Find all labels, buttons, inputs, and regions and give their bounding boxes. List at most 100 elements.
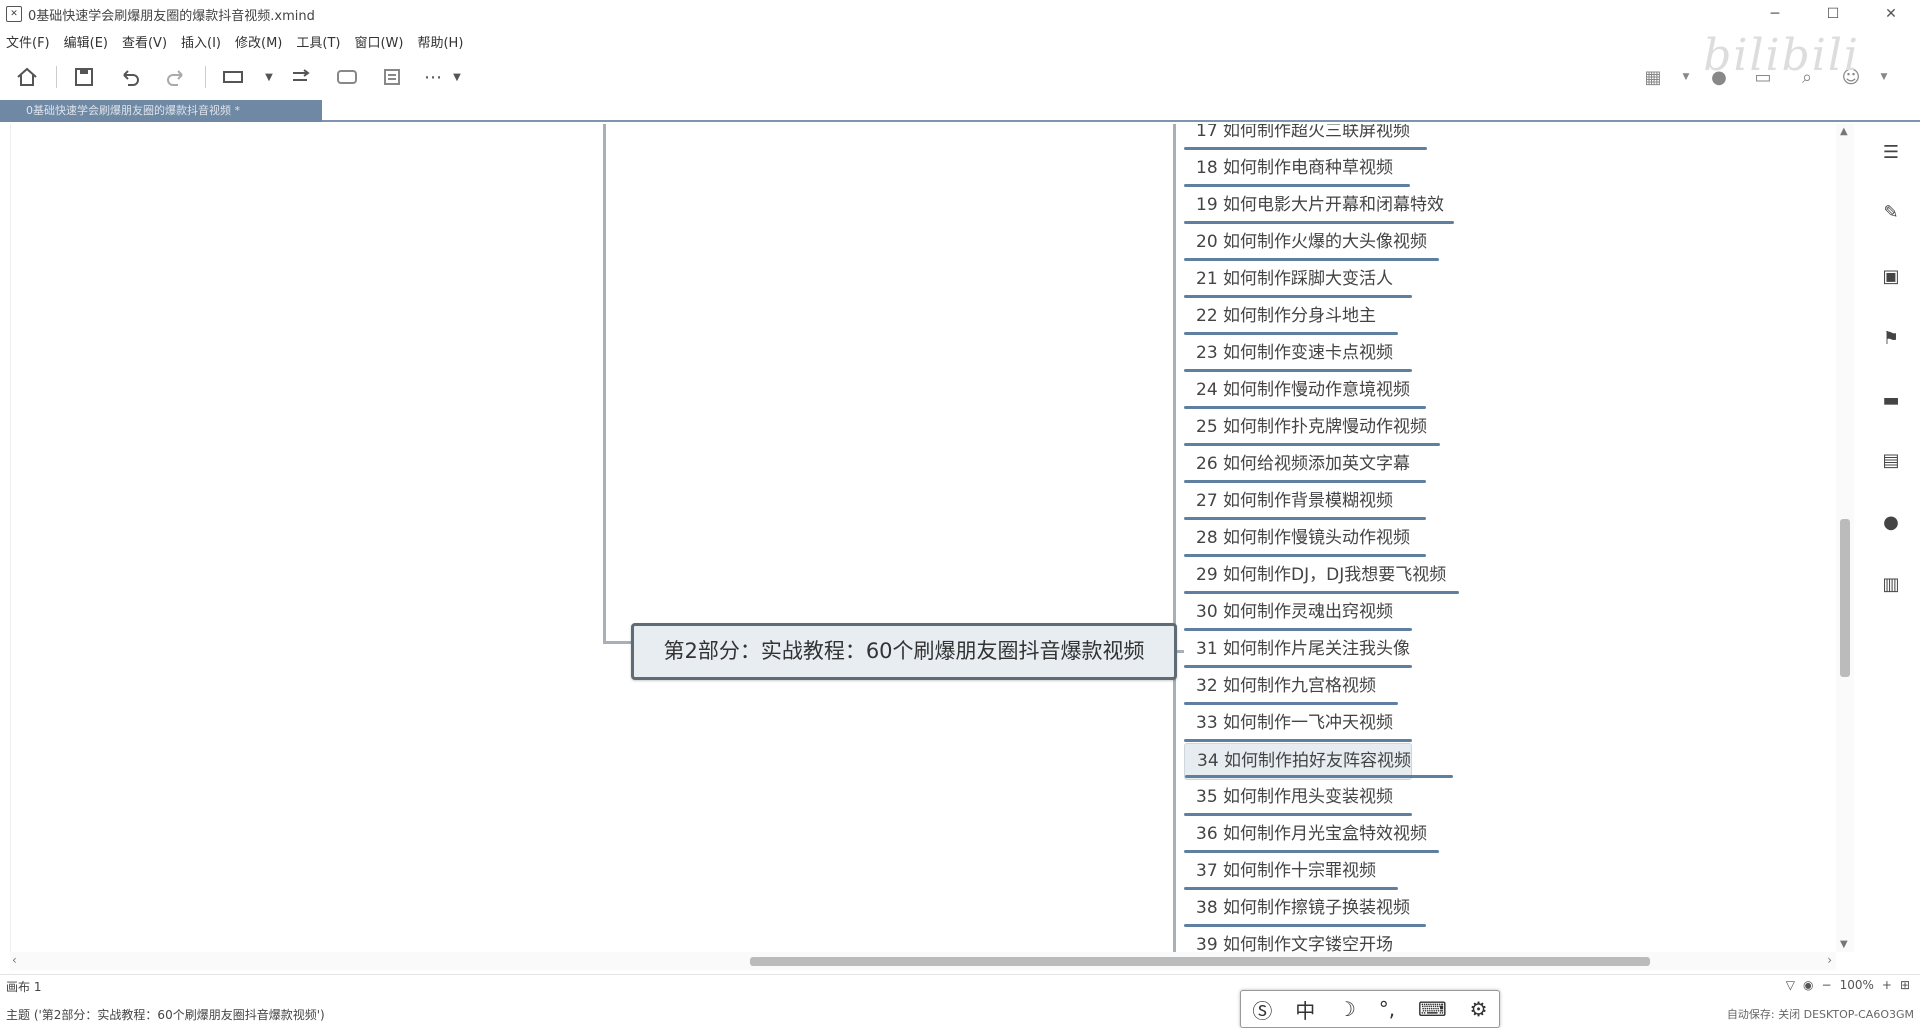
subtopic[interactable]: 38 如何制作擦镜子换装视频 (1184, 891, 1426, 928)
dropdown-arrow-icon[interactable]: ▼ (450, 62, 464, 92)
subtopic[interactable]: 35 如何制作甩头变装视频 (1184, 780, 1412, 817)
dropdown-arrow-icon[interactable]: ▼ (262, 62, 276, 92)
subtopic[interactable]: 20 如何制作火爆的大头像视频 (1184, 225, 1439, 262)
subtopic-underline (1184, 702, 1398, 705)
subtopic-underline (1185, 775, 1453, 778)
subtopic-label: 24 如何制作慢动作意境视频 (1196, 380, 1411, 400)
right-side-panel: ☰ ✎ ▣ ⚑ ▬ ▤ ● ▥ (1860, 124, 1920, 952)
sheet-tab[interactable]: 画布 1 (6, 978, 41, 995)
dropdown-arrow-icon[interactable]: ▼ (1680, 62, 1692, 92)
relationship-icon[interactable] (284, 62, 318, 92)
subtopic-label: 21 如何制作踩脚大变活人 (1196, 269, 1394, 289)
subtopic[interactable]: 22 如何制作分身斗地主 (1184, 299, 1398, 336)
menu-modify[interactable]: 修改(M) (235, 32, 282, 51)
document-tab[interactable]: 0基础快速学会刷爆朋友圈的爆款抖音视频 * (0, 100, 322, 122)
keyboard-icon[interactable]: ⌨ (1418, 997, 1447, 1021)
menu-window[interactable]: 窗口(W) (354, 32, 403, 51)
scroll-down-icon[interactable]: ▼ (1840, 939, 1848, 950)
label-icon[interactable]: ▬ (1880, 390, 1902, 412)
subtopic[interactable]: 29 如何制作DJ，DJ我想要飞视频 (1184, 558, 1459, 595)
subtopic[interactable]: 28 如何制作慢镜头动作视频 (1184, 521, 1426, 558)
subtopic-label: 19 如何电影大片开幕和闭幕特效 (1196, 195, 1445, 215)
mind-map-canvas[interactable]: 第2部分：实战教程：60个刷爆朋友圈抖音爆款视频 17 如何制作超火三联屏视频 1… (10, 124, 1858, 952)
vertical-scroll-thumb[interactable] (1840, 519, 1850, 677)
topic-icon[interactable] (216, 62, 250, 92)
dropdown-arrow-icon[interactable]: ▼ (1878, 62, 1890, 92)
zoom-level: 100% (1839, 978, 1874, 992)
more-icon[interactable]: ⋯ (422, 62, 444, 92)
menu-edit[interactable]: 编辑(E) (64, 32, 108, 51)
outline-icon[interactable]: ☰ (1880, 142, 1902, 164)
menu-tools[interactable]: 工具(T) (296, 32, 340, 51)
scroll-left-icon[interactable]: ‹ (12, 953, 17, 967)
central-topic[interactable]: 第2部分：实战教程：60个刷爆朋友圈抖音爆款视频 (631, 623, 1177, 680)
ime-chinese-mode[interactable]: 中 (1295, 995, 1315, 1024)
comment-icon[interactable]: ● (1880, 512, 1902, 534)
zoom-controls: ▽ ◉ − 100% + ⊞ (1778, 978, 1910, 992)
subtopic[interactable]: 32 如何制作九宫格视频 (1184, 669, 1398, 706)
moon-icon[interactable]: ☽ (1338, 997, 1356, 1021)
subtopic[interactable]: 26 如何给视频添加英文字幕 (1184, 447, 1426, 484)
subtopic[interactable]: 39 如何制作文字镂空开场 (1184, 928, 1393, 952)
vertical-scrollbar[interactable]: ▲ ▼ (1836, 124, 1854, 952)
subtopic-underline (1184, 443, 1440, 446)
subtopic[interactable]: 23 如何制作变速卡点视频 (1184, 336, 1412, 373)
subtopic[interactable]: 25 如何制作扑克牌慢动作视频 (1184, 410, 1440, 447)
menu-file[interactable]: 文件(F) (6, 32, 50, 51)
presentation-icon[interactable]: ▦ (1636, 62, 1670, 92)
scroll-right-icon[interactable]: › (1827, 953, 1832, 967)
subtopic[interactable]: 27 如何制作背景模糊视频 (1184, 484, 1426, 521)
view-icon[interactable]: ◉ (1803, 978, 1813, 992)
subtopic[interactable]: 33 如何制作一飞冲天视频 (1184, 706, 1412, 743)
task-icon[interactable]: ▥ (1880, 574, 1902, 596)
close-button[interactable]: ✕ (1862, 0, 1920, 28)
fit-icon[interactable]: ⊞ (1900, 978, 1910, 992)
horizontal-scrollbar[interactable]: ‹ › (10, 952, 1836, 970)
punctuation-icon[interactable]: °, (1379, 997, 1395, 1021)
subtopic[interactable]: 19 如何电影大片开幕和闭幕特效 (1184, 188, 1454, 225)
marker-flag-icon[interactable]: ⚑ (1880, 328, 1902, 350)
subtopic[interactable]: 37 如何制作十宗罪视频 (1184, 854, 1398, 891)
document-tab-bar: 0基础快速学会刷爆朋友圈的爆款抖音视频 * (0, 100, 1920, 122)
redo-icon[interactable] (159, 62, 193, 92)
boundary-icon[interactable] (330, 62, 364, 92)
image-icon[interactable]: ▣ (1880, 266, 1902, 288)
notes-icon[interactable]: ▤ (1880, 450, 1902, 472)
subtopic[interactable]: 24 如何制作慢动作意境视频 (1184, 373, 1426, 410)
home-icon[interactable] (10, 62, 44, 92)
format-brush-icon[interactable]: ✎ (1880, 202, 1902, 224)
subtopic[interactable]: 36 如何制作月光宝盒特效视频 (1184, 817, 1439, 854)
subtopic[interactable]: 31 如何制作片尾关注我头像 (1184, 632, 1412, 669)
subtopic[interactable]: 34 如何制作拍好友阵容视频 (1184, 743, 1453, 780)
undo-icon[interactable] (113, 62, 147, 92)
subtopic-label: 31 如何制作片尾关注我头像 (1196, 639, 1411, 659)
ime-logo-icon[interactable]: Ⓢ (1252, 995, 1272, 1024)
subtopic-underline (1184, 739, 1412, 742)
horizontal-scroll-thumb[interactable] (750, 957, 1650, 966)
zoom-in-button[interactable]: + (1882, 978, 1892, 992)
subtopic[interactable]: 21 如何制作踩脚大变活人 (1184, 262, 1412, 299)
subtopic[interactable]: 30 如何制作灵魂出窍视频 (1184, 595, 1412, 632)
menu-insert[interactable]: 插入(I) (181, 32, 221, 51)
maximize-button[interactable]: ☐ (1804, 0, 1862, 28)
subtopic-label: 27 如何制作背景模糊视频 (1196, 491, 1394, 511)
zoom-out-button[interactable]: − (1822, 978, 1832, 992)
menu-view[interactable]: 查看(V) (122, 32, 167, 51)
subtopic-underline (1184, 591, 1459, 594)
subtopic-label: 17 如何制作超火三联屏视频 (1196, 124, 1411, 141)
subtopic-underline (1184, 295, 1412, 298)
subtopic[interactable]: 18 如何制作电商种草视频 (1184, 151, 1410, 188)
subtopic-label: 29 如何制作DJ，DJ我想要飞视频 (1196, 565, 1447, 585)
save-icon[interactable] (67, 62, 101, 92)
scroll-up-icon[interactable]: ▲ (1840, 126, 1848, 137)
status-text: 主题 ('第2部分：实战教程：60个刷爆朋友圈抖音爆款视频') (6, 1008, 325, 1022)
filter-icon[interactable]: ▽ (1786, 978, 1795, 992)
summary-icon[interactable] (376, 62, 410, 92)
status-right: 自动保存: 关闭 DESKTOP-CA6O3GM (1726, 1008, 1914, 1021)
subtopic-label: 23 如何制作变速卡点视频 (1196, 343, 1394, 363)
subtopic[interactable]: 17 如何制作超火三联屏视频 (1184, 124, 1427, 151)
minimize-button[interactable]: ─ (1746, 0, 1804, 28)
menu-help[interactable]: 帮助(H) (417, 32, 463, 51)
sheet-bar: 画布 1 (0, 974, 1920, 998)
gear-icon[interactable]: ⚙ (1470, 997, 1488, 1021)
